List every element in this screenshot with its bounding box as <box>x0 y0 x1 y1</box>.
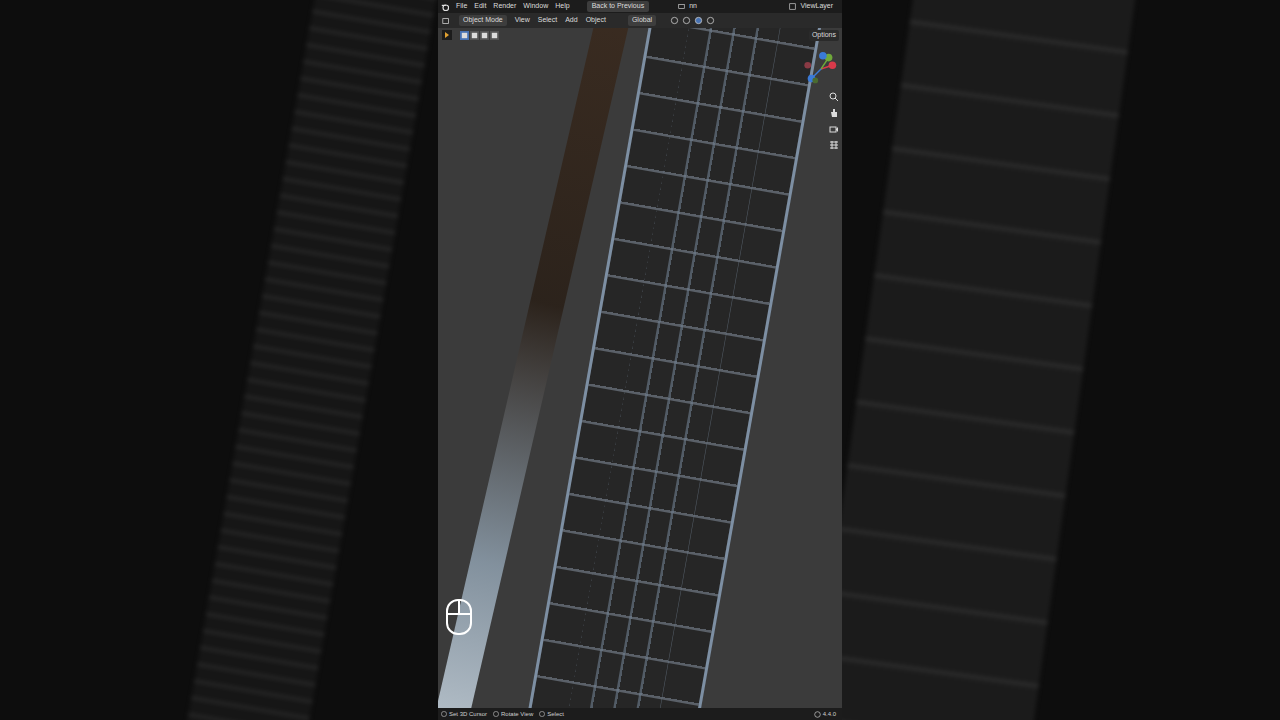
status-hint: Rotate View <box>493 710 533 719</box>
proportional-icon <box>682 16 691 25</box>
globe-icon <box>814 711 821 718</box>
grid-icon <box>829 140 839 150</box>
view-layer-icon <box>789 3 796 10</box>
overlay-icon <box>694 16 703 25</box>
editor-type-icon <box>441 17 451 25</box>
menu-bar: File Edit Render Window Help Back to Previous… <box>438 0 842 13</box>
mouse-button-icon <box>493 710 499 718</box>
menu-item[interactable]: Window <box>523 1 548 12</box>
menu-item[interactable]: File <box>456 1 467 12</box>
header-menu[interactable]: Select <box>538 15 557 26</box>
options-dropdown[interactable]: Options <box>809 30 839 41</box>
mouse-button-icon <box>441 710 447 718</box>
scene-icon <box>678 3 685 10</box>
zoom-icon <box>829 92 839 102</box>
3d-viewport[interactable]: Options <box>438 28 842 708</box>
menu-item[interactable]: Render <box>493 1 516 12</box>
select-new-icon <box>460 31 469 40</box>
scene-name[interactable]: nn <box>689 1 697 12</box>
viewport-header: Object Mode View Select Add Object Global <box>438 13 842 28</box>
select-subtract-icon <box>480 31 489 40</box>
header-tools <box>670 16 715 25</box>
status-hint-text: Select <box>547 710 564 719</box>
header-menu[interactable]: View <box>515 15 530 26</box>
selection-mode-tools <box>442 30 499 40</box>
select-tool-icon <box>442 30 452 40</box>
shading-icon <box>706 16 715 25</box>
navigation-buttons <box>829 92 839 150</box>
navigation-gizmo-icon <box>802 50 840 88</box>
orientation-dropdown[interactable]: Global <box>628 15 656 26</box>
snap-icon <box>670 16 679 25</box>
mode-dropdown[interactable]: Object Mode <box>459 15 507 26</box>
mouse-icon <box>444 598 474 636</box>
view-layer-field[interactable]: ViewLayer <box>789 1 839 12</box>
status-bar: Set 3D Cursor Rotate View Select 4.4.0 <box>438 708 842 720</box>
menu-item[interactable]: Help <box>555 1 569 12</box>
header-menu[interactable]: Add <box>565 15 577 26</box>
version-text: 4.4.0 <box>823 710 836 719</box>
mouse-button-icon <box>539 710 545 718</box>
status-hint: Select <box>539 710 564 719</box>
back-to-previous-button[interactable]: Back to Previous <box>587 1 650 12</box>
status-hint: Set 3D Cursor <box>441 710 487 719</box>
status-hint-text: Set 3D Cursor <box>449 710 487 719</box>
blurred-background-right <box>842 0 1280 720</box>
select-modes <box>460 31 499 40</box>
header-menu[interactable]: Object <box>586 15 606 26</box>
blender-logo-icon <box>441 3 449 11</box>
version-info: 4.4.0 <box>814 710 839 719</box>
camera-icon <box>829 124 839 134</box>
select-invert-icon <box>490 31 499 40</box>
scene-field[interactable]: nn <box>678 1 697 12</box>
status-hint-text: Rotate View <box>501 710 533 719</box>
hand-icon <box>829 108 839 118</box>
view-layer-name[interactable]: ViewLayer <box>800 1 833 12</box>
menu-item[interactable]: Edit <box>474 1 486 12</box>
select-extend-icon <box>470 31 479 40</box>
blender-window: File Edit Render Window Help Back to Previous… <box>438 0 842 720</box>
blurred-background-left <box>0 0 438 720</box>
